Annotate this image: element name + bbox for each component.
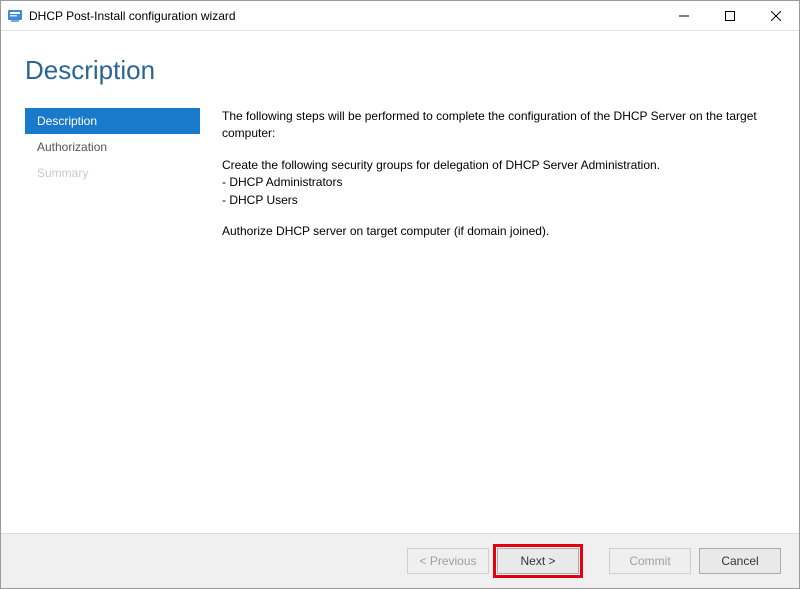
minimize-button[interactable] <box>661 1 707 31</box>
wizard-footer: < Previous Next > Commit Cancel <box>1 533 799 588</box>
groups-list: - DHCP Administrators - DHCP Users <box>222 174 775 209</box>
main-area: Description Authorization Summary The fo… <box>1 108 799 520</box>
nav-item-summary: Summary <box>25 160 200 186</box>
groups-intro-text: Create the following security groups for… <box>222 157 775 174</box>
authorize-text: Authorize DHCP server on target computer… <box>222 223 775 240</box>
window-title: DHCP Post-Install configuration wizard <box>29 9 661 23</box>
intro-text: The following steps will be performed to… <box>222 108 775 143</box>
content-pane: The following steps will be performed to… <box>222 108 775 520</box>
wizard-nav: Description Authorization Summary <box>25 108 200 520</box>
nav-item-description[interactable]: Description <box>25 108 200 134</box>
close-button[interactable] <box>753 1 799 31</box>
wizard-window: DHCP Post-Install configuration wizard D… <box>1 1 799 588</box>
group-item: - DHCP Users <box>222 192 775 209</box>
nav-item-authorization[interactable]: Authorization <box>25 134 200 160</box>
commit-button: Commit <box>609 548 691 574</box>
maximize-button[interactable] <box>707 1 753 31</box>
app-icon <box>7 8 23 24</box>
group-item: - DHCP Administrators <box>222 174 775 191</box>
next-button[interactable]: Next > <box>497 548 579 574</box>
page-heading: Description <box>1 31 799 108</box>
cancel-button[interactable]: Cancel <box>699 548 781 574</box>
titlebar: DHCP Post-Install configuration wizard <box>1 1 799 31</box>
previous-button: < Previous <box>407 548 489 574</box>
